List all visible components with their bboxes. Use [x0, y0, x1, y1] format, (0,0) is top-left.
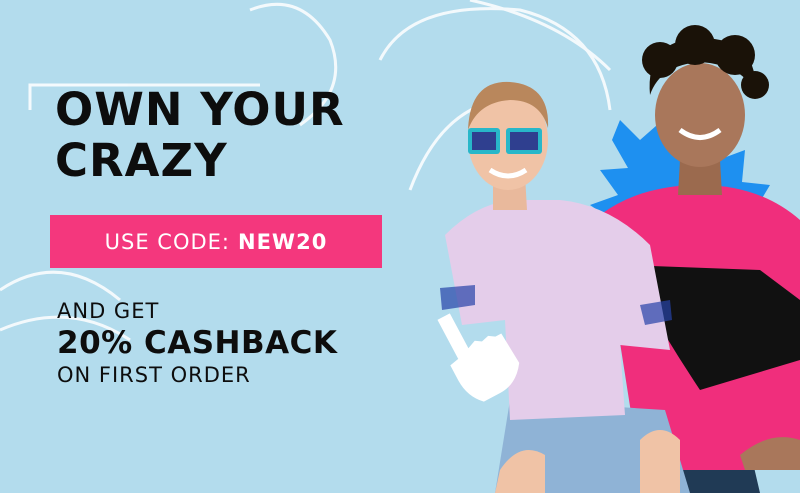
promo-banner[interactable]: OWN YOUR CRAZY USE CODE: NEW20 AND GET 2… [0, 0, 800, 493]
models-illustration [437, 25, 800, 493]
